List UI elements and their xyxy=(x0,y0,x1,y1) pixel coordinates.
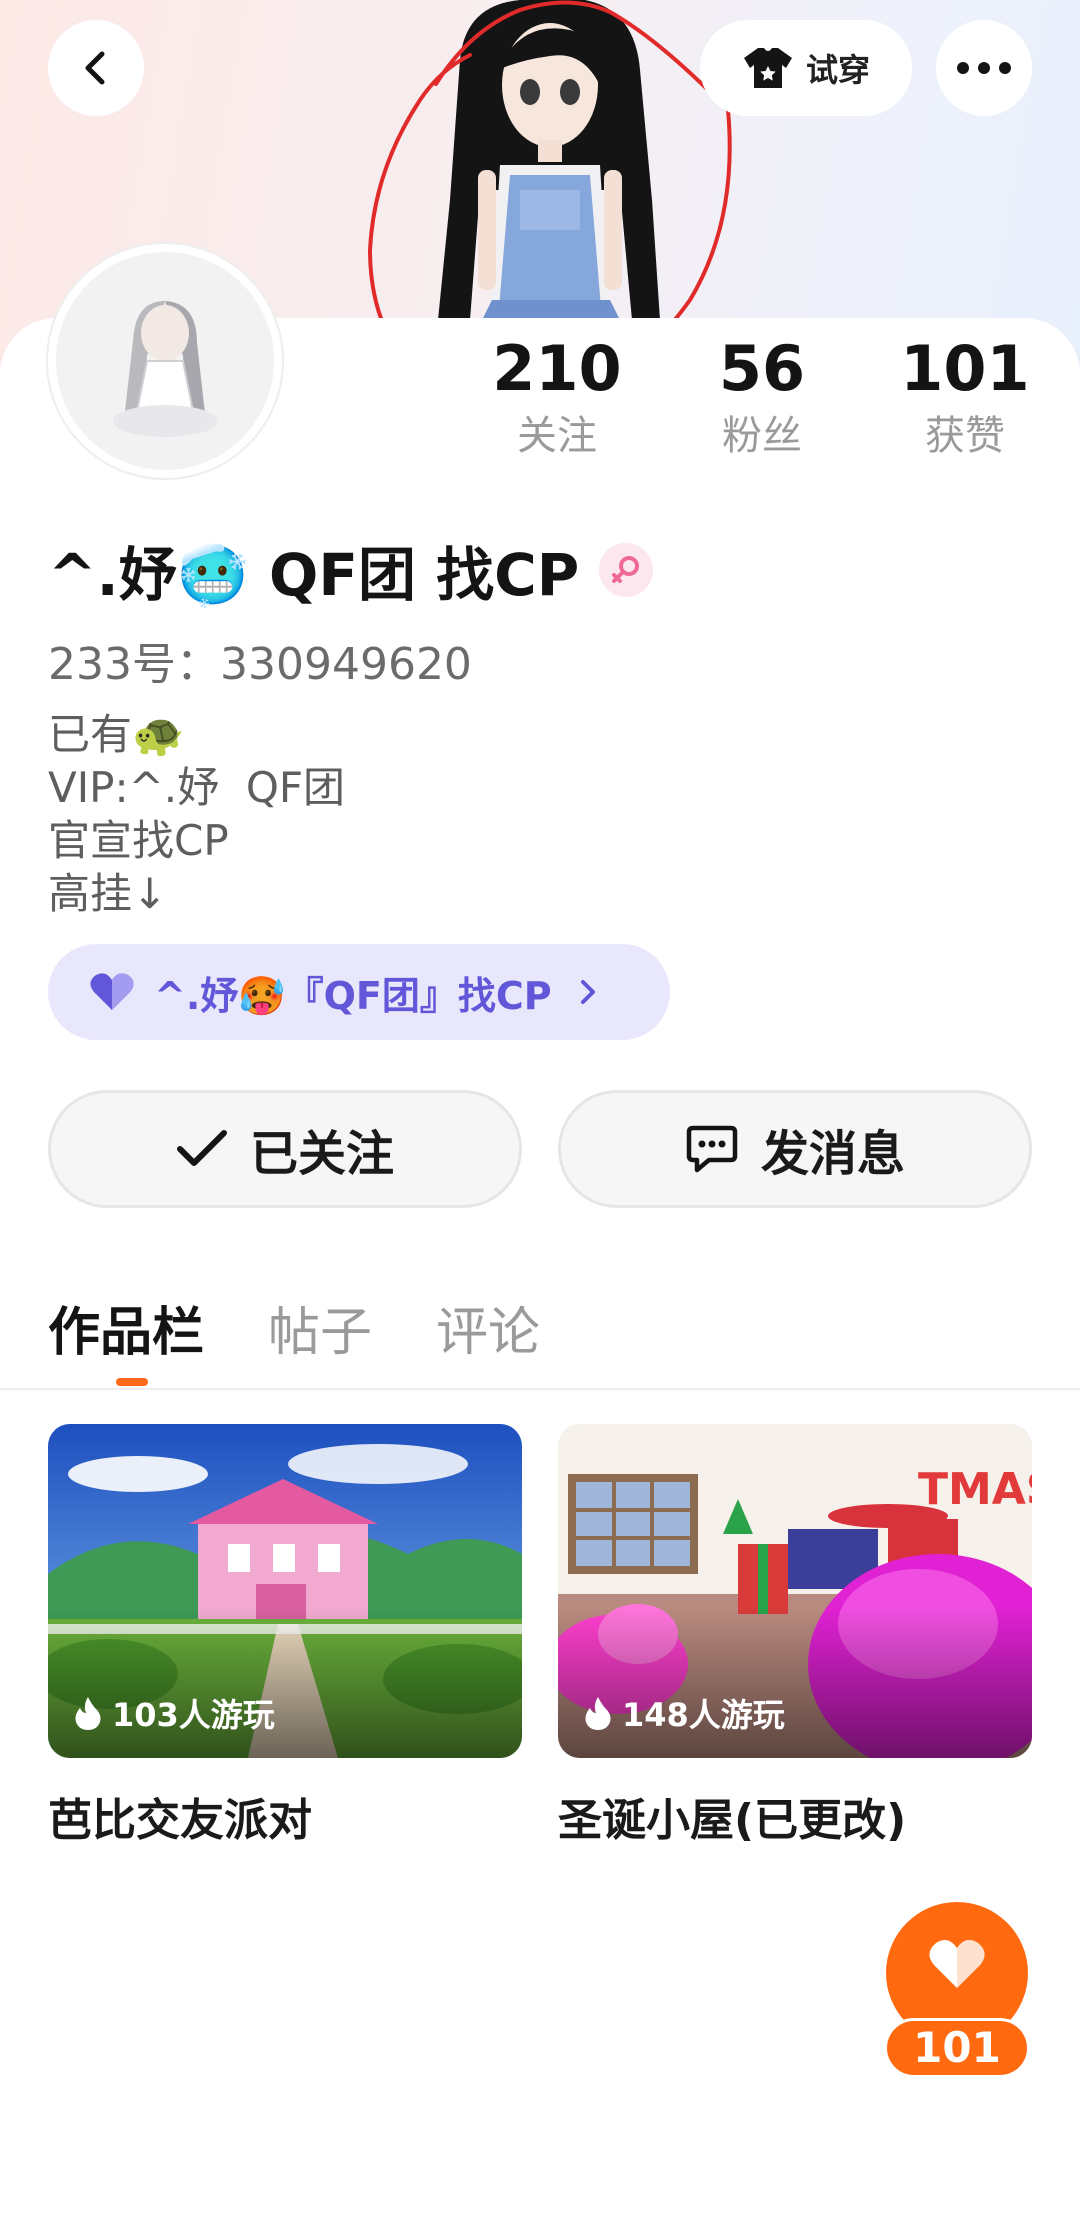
bio-line: VIP:^.妤 QF团 xyxy=(48,763,346,812)
bio-line: 高挂↓ xyxy=(48,869,168,918)
following-label: 关注 xyxy=(517,413,597,459)
play-count: 148人游玩 xyxy=(584,1690,785,1736)
try-on-button[interactable]: 试穿 xyxy=(700,20,912,116)
play-count-label: 103人游玩 xyxy=(112,1696,275,1734)
stat-fans[interactable]: 56 粉丝 xyxy=(677,332,847,459)
ellipsis-icon xyxy=(957,62,1011,74)
flame-icon xyxy=(585,1697,611,1730)
like-count: 101 xyxy=(884,2018,1030,2078)
bio-line: 已有🐢 xyxy=(48,710,185,759)
tab-comments[interactable]: 评论 xyxy=(436,1290,540,1365)
stat-likes[interactable]: 101 获赞 xyxy=(880,332,1050,459)
heart-icon xyxy=(90,973,134,1010)
active-tab-indicator xyxy=(116,1378,148,1386)
following-count: 210 xyxy=(492,332,622,405)
chevron-right-icon xyxy=(580,980,595,1004)
content-tabs: 作品栏 帖子 评论 xyxy=(48,1290,540,1365)
username-row: ^.妤🥶 QF团 找CP xyxy=(48,528,654,612)
work-thumbnail: TMAS 148人游玩 xyxy=(558,1424,1032,1758)
work-card[interactable]: TMAS 148人游玩 圣诞小屋(已更改) xyxy=(558,1424,1032,1848)
flame-icon xyxy=(75,1697,101,1730)
like-button[interactable]: 101 xyxy=(884,1902,1030,2078)
chevron-left-icon xyxy=(85,51,105,85)
stat-following[interactable]: 210 关注 xyxy=(472,332,642,459)
more-button[interactable] xyxy=(936,20,1032,116)
group-chip-label: ^.妤🥵『QF团』找CP xyxy=(154,973,552,1018)
username: ^.妤🥶 QF团 找CP xyxy=(48,541,580,609)
bio-line: 官宣找CP xyxy=(48,816,229,865)
tab-posts[interactable]: 帖子 xyxy=(268,1290,372,1365)
avatar[interactable] xyxy=(48,244,282,478)
heart-icon xyxy=(929,1939,985,1988)
back-button[interactable] xyxy=(48,20,144,116)
message-button[interactable]: 发消息 xyxy=(558,1090,1032,1208)
work-card[interactable]: 103人游玩 芭比交友派对 xyxy=(48,1424,522,1848)
user-id: 233号：330949620 xyxy=(48,639,472,690)
group-chip[interactable]: ^.妤🥵『QF团』找CP xyxy=(48,944,670,1040)
work-title: 圣诞小屋(已更改) xyxy=(558,1795,907,1846)
bio: 已有🐢 VIP:^.妤 QF团 官宣找CP 高挂↓ xyxy=(48,708,345,920)
check-icon xyxy=(176,1130,227,1166)
fans-label: 粉丝 xyxy=(722,413,802,459)
chat-bubble-icon xyxy=(686,1125,738,1173)
work-thumbnail: 103人游玩 xyxy=(48,1424,522,1758)
try-on-label: 试穿 xyxy=(805,51,870,89)
message-button-label: 发消息 xyxy=(760,1126,905,1182)
tab-divider xyxy=(0,1388,1080,1390)
work-title: 芭比交友派对 xyxy=(48,1795,312,1846)
following-button-label: 已关注 xyxy=(249,1126,394,1182)
avatar-image xyxy=(113,301,217,437)
female-icon xyxy=(599,543,654,597)
fans-count: 56 xyxy=(718,332,806,405)
play-count: 103人游玩 xyxy=(74,1690,275,1736)
tshirt-icon xyxy=(743,48,792,88)
play-count-label: 148人游玩 xyxy=(622,1696,785,1734)
tab-works[interactable]: 作品栏 xyxy=(48,1290,204,1365)
likes-label: 获赞 xyxy=(925,413,1005,459)
likes-count: 101 xyxy=(900,332,1030,405)
following-button[interactable]: 已关注 xyxy=(48,1090,522,1208)
